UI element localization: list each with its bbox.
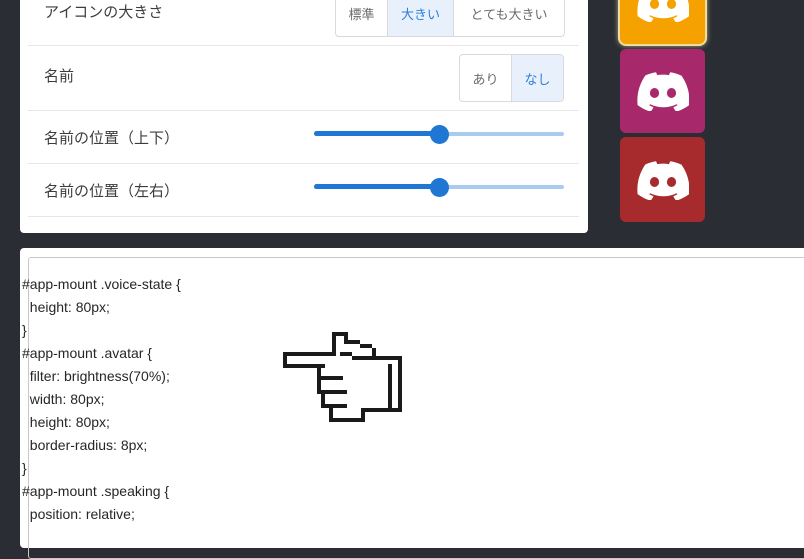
name-position-vertical-row: 名前の位置（上下）: [28, 110, 579, 164]
name-off-button[interactable]: なし: [512, 55, 563, 101]
code-line: filter: brightness(70%);: [22, 368, 170, 384]
code-line: #app-mount .voice-state {: [22, 276, 181, 292]
avatar-tile: [620, 49, 705, 133]
slider-thumb[interactable]: [430, 178, 449, 197]
code-line: position: relative;: [22, 506, 135, 522]
name-position-horizontal-slider[interactable]: [314, 177, 564, 197]
name-toggle-group: あり なし: [459, 54, 564, 102]
discord-icon: [636, 160, 689, 200]
name-label: 名前: [44, 67, 75, 85]
avatar-tile: [620, 0, 705, 44]
icon-size-normal-button[interactable]: 標準: [336, 0, 388, 36]
name-position-horizontal-label: 名前の位置（左右）: [44, 182, 180, 200]
name-position-vertical-slider[interactable]: [314, 124, 564, 144]
avatar-tile: [620, 137, 705, 222]
slider-thumb[interactable]: [430, 125, 449, 144]
icon-size-row: アイコンの大きさ 標準 大きい とても大きい: [28, 0, 579, 46]
slider-fill: [314, 131, 439, 136]
pointing-hand-icon: [283, 332, 402, 422]
discord-icon: [636, 72, 689, 111]
icon-size-button-group: 標準 大きい とても大きい: [335, 0, 565, 37]
code-line: height: 80px;: [22, 299, 110, 315]
name-position-horizontal-row: 名前の位置（左右）: [28, 163, 579, 217]
slider-fill: [314, 184, 439, 189]
name-row: 名前 あり なし: [28, 45, 579, 111]
icon-size-large-button[interactable]: 大きい: [388, 0, 454, 36]
icon-size-label: アイコンの大きさ: [44, 3, 164, 21]
code-line: height: 80px;: [22, 414, 110, 430]
name-on-button[interactable]: あり: [460, 55, 512, 101]
discord-icon: [636, 0, 689, 22]
code-line: width: 80px;: [22, 391, 105, 407]
css-output-panel: [20, 248, 804, 559]
code-line: }: [22, 460, 27, 476]
css-textarea[interactable]: [28, 257, 804, 559]
settings-panel: アイコンの大きさ 標準 大きい とても大きい 名前 あり なし 名前の位置（上下…: [20, 0, 588, 233]
code-line: }: [22, 322, 27, 338]
icon-size-xlarge-button[interactable]: とても大きい: [454, 0, 564, 36]
name-position-vertical-label: 名前の位置（上下）: [44, 129, 180, 147]
code-line: #app-mount .avatar {: [22, 345, 152, 361]
code-line: border-radius: 8px;: [22, 437, 148, 453]
code-line: #app-mount .speaking {: [22, 483, 170, 499]
